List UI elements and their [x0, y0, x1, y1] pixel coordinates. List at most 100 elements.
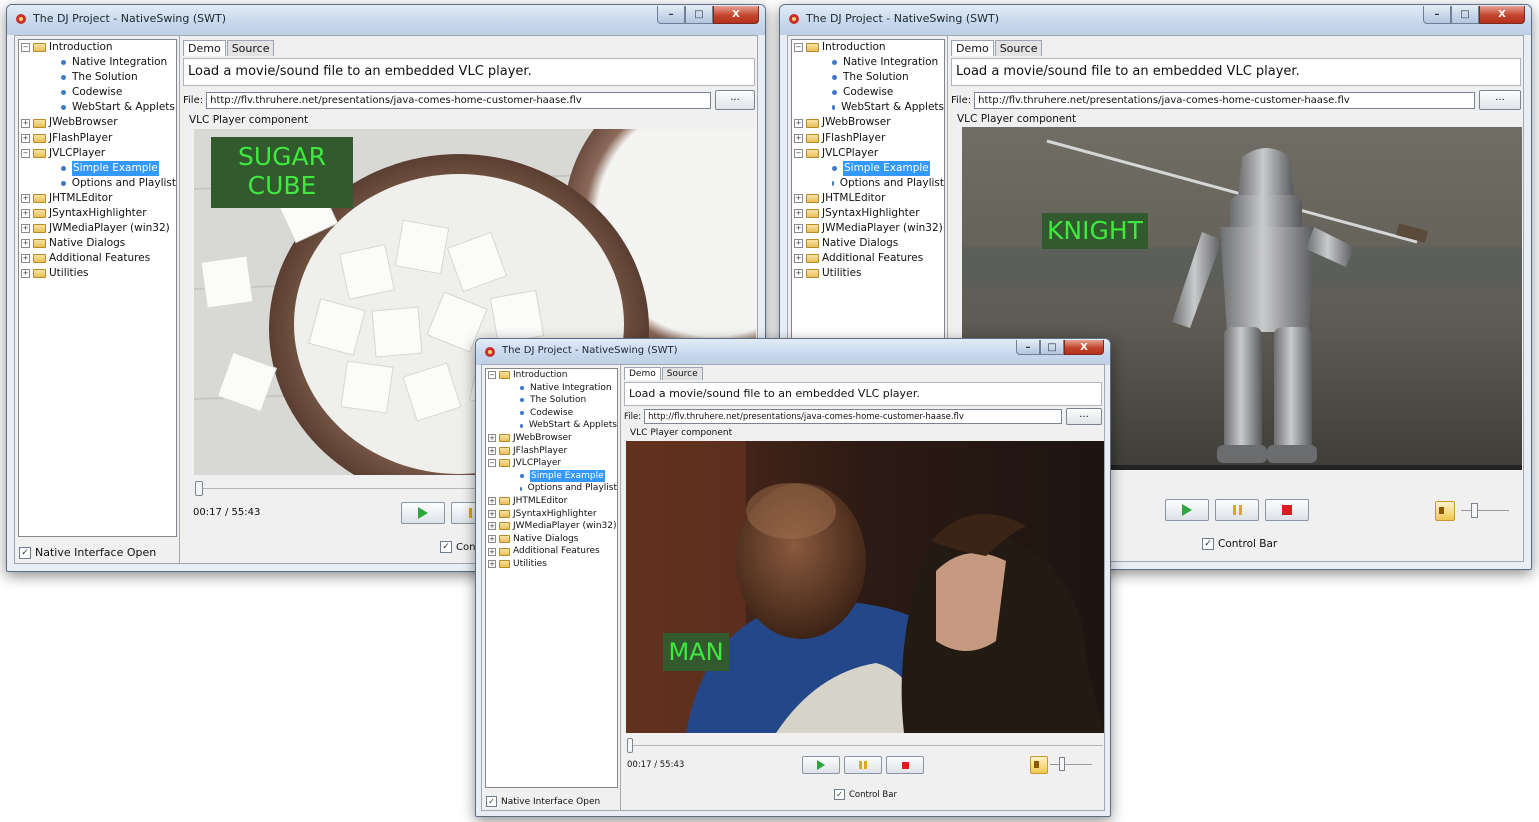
tree-item-jhtmleditor[interactable]: + JHTMLEditor [19, 191, 176, 206]
tree-item-simple-example[interactable]: Simple Example [486, 469, 617, 483]
tree-item-jflashplayer[interactable]: + JFlashPlayer [19, 131, 176, 146]
tree-item-introduction[interactable]: − Introduction [486, 369, 617, 382]
control-bar-checkbox[interactable]: ✓ Control Bar [1202, 538, 1277, 550]
tree-item-jflashplayer[interactable]: + JFlashPlayer [486, 445, 617, 458]
tree-item-native-integration[interactable]: Native Integration [19, 55, 176, 70]
tree-item-simple-example[interactable]: Simple Example [792, 160, 944, 176]
tree-item-codewise[interactable]: Codewise [792, 85, 944, 100]
demo-tree[interactable]: − Introduction Native Integration The Sol… [485, 368, 618, 788]
expand-icon[interactable]: + [488, 509, 496, 518]
expand-icon[interactable]: + [794, 209, 803, 219]
tree-item-jwmediaplayer[interactable]: + JWMediaPlayer (win32) [486, 520, 617, 533]
volume-thumb[interactable] [1471, 503, 1478, 518]
tree-item-utilities[interactable]: + Utilities [19, 266, 176, 281]
volume-slider[interactable] [1461, 510, 1509, 511]
play-button[interactable] [802, 756, 840, 774]
expand-icon[interactable]: + [794, 239, 803, 249]
expand-icon[interactable]: + [21, 224, 30, 234]
maximize-button[interactable]: □ [1040, 340, 1064, 355]
tree-item-native-integration[interactable]: Native Integration [792, 55, 944, 70]
tree-item-jwebbrowser[interactable]: + JWebBrowser [792, 115, 944, 130]
tree-item-options-playlist[interactable]: Options and Playlist [792, 176, 944, 191]
expand-icon[interactable]: + [488, 446, 496, 455]
tree-item-jhtmleditor[interactable]: + JHTMLEditor [792, 191, 944, 206]
expand-icon[interactable]: + [794, 193, 803, 203]
tree-item-native-dialogs[interactable]: + Native Dialogs [792, 236, 944, 251]
volume-thumb[interactable] [1059, 757, 1065, 771]
tree-item-codewise[interactable]: Codewise [19, 85, 176, 100]
collapse-icon[interactable]: − [794, 43, 803, 53]
expand-icon[interactable]: + [488, 547, 496, 556]
tree-item-options-playlist[interactable]: Options and Playlist [486, 482, 617, 495]
tree-item-webstart[interactable]: WebStart & Applets [19, 100, 176, 115]
tree-item-native-dialogs[interactable]: + Native Dialogs [19, 236, 176, 251]
tree-item-webstart[interactable]: WebStart & Applets [486, 419, 617, 432]
stop-button[interactable] [886, 756, 924, 774]
tree-item-jsyntaxhighlighter[interactable]: + JSyntaxHighlighter [486, 508, 617, 521]
close-button[interactable]: X [713, 6, 759, 24]
tree-item-jvlcplayer[interactable]: − JVLCPlayer [486, 457, 617, 470]
tree-item-the-solution[interactable]: The Solution [19, 70, 176, 85]
file-input[interactable]: http://flv.thruhere.net/presentations/ja… [206, 91, 711, 109]
tree-item-jvlcplayer[interactable]: − JVLCPlayer [19, 146, 176, 161]
title-bar[interactable]: The DJ Project - NativeSwing (SWT) – □ X [7, 5, 765, 35]
expand-icon[interactable]: + [794, 224, 803, 234]
expand-icon[interactable]: + [488, 535, 496, 544]
title-bar[interactable]: The DJ Project - NativeSwing (SWT) – □ X [780, 5, 1531, 35]
maximize-button[interactable]: □ [685, 6, 713, 24]
tab-source[interactable]: Source [661, 367, 703, 380]
minimize-button[interactable]: – [1423, 6, 1451, 24]
tree-item-utilities[interactable]: + Utilities [486, 558, 617, 571]
seek-bar[interactable] [627, 745, 1103, 746]
tab-demo[interactable]: Demo [183, 40, 226, 56]
expand-icon[interactable]: + [488, 497, 496, 506]
close-button[interactable]: X [1479, 6, 1525, 24]
tree-item-native-integration[interactable]: Native Integration [486, 382, 617, 395]
tree-item-additional-features[interactable]: + Additional Features [792, 251, 944, 266]
tree-item-jwebbrowser[interactable]: + JWebBrowser [19, 115, 176, 130]
seek-thumb[interactable] [627, 738, 633, 753]
maximize-button[interactable]: □ [1451, 6, 1479, 24]
demo-tree[interactable]: − Introduction Native Integration The Sol… [18, 39, 177, 537]
collapse-icon[interactable]: − [21, 148, 30, 158]
tree-item-the-solution[interactable]: The Solution [792, 70, 944, 85]
expand-icon[interactable]: + [21, 269, 30, 279]
tree-item-additional-features[interactable]: + Additional Features [19, 251, 176, 266]
checkbox-checked-icon[interactable]: ✓ [19, 546, 31, 559]
expand-icon[interactable]: + [488, 522, 496, 531]
volume-button[interactable] [1030, 756, 1048, 774]
tab-source[interactable]: Source [994, 40, 1043, 56]
native-interface-checkbox[interactable]: ✓ Native Interface Open [19, 546, 156, 559]
file-input[interactable]: http://flv.thruhere.net/presentations/ja… [644, 409, 1062, 424]
tree-item-jwmediaplayer[interactable]: + JWMediaPlayer (win32) [19, 221, 176, 236]
seek-thumb[interactable] [195, 481, 203, 496]
play-button[interactable] [401, 502, 445, 524]
expand-icon[interactable]: + [794, 254, 803, 264]
tree-item-introduction[interactable]: − Introduction [19, 40, 176, 55]
tree-item-jsyntaxhighlighter[interactable]: + JSyntaxHighlighter [19, 206, 176, 221]
tree-item-options-playlist[interactable]: Options and Playlist [19, 176, 176, 191]
expand-icon[interactable]: + [21, 239, 30, 249]
tree-item-jflashplayer[interactable]: + JFlashPlayer [792, 131, 944, 146]
tree-item-jsyntaxhighlighter[interactable]: + JSyntaxHighlighter [792, 206, 944, 221]
browse-button[interactable]: ... [1479, 90, 1521, 110]
close-button[interactable]: X [1064, 340, 1104, 355]
minimize-button[interactable]: – [1016, 340, 1040, 355]
browse-button[interactable]: ... [1066, 408, 1102, 425]
tree-item-jwebbrowser[interactable]: + JWebBrowser [486, 432, 617, 445]
control-bar-checkbox[interactable]: ✓ Control Bar [834, 789, 897, 800]
expand-icon[interactable]: + [488, 434, 496, 443]
tree-item-additional-features[interactable]: + Additional Features [486, 545, 617, 558]
checkbox-checked-icon[interactable]: ✓ [1202, 538, 1214, 550]
pause-button[interactable] [844, 756, 882, 774]
tree-item-the-solution[interactable]: The Solution [486, 394, 617, 407]
play-button[interactable] [1165, 499, 1209, 521]
native-interface-checkbox[interactable]: ✓ Native Interface Open [486, 796, 600, 807]
pause-button[interactable] [1215, 499, 1259, 521]
collapse-icon[interactable]: − [488, 459, 496, 468]
expand-icon[interactable]: + [794, 269, 803, 279]
expand-icon[interactable]: + [21, 209, 30, 219]
tab-demo[interactable]: Demo [624, 367, 661, 380]
tree-item-jwmediaplayer[interactable]: + JWMediaPlayer (win32) [792, 221, 944, 236]
expand-icon[interactable]: + [21, 118, 30, 128]
